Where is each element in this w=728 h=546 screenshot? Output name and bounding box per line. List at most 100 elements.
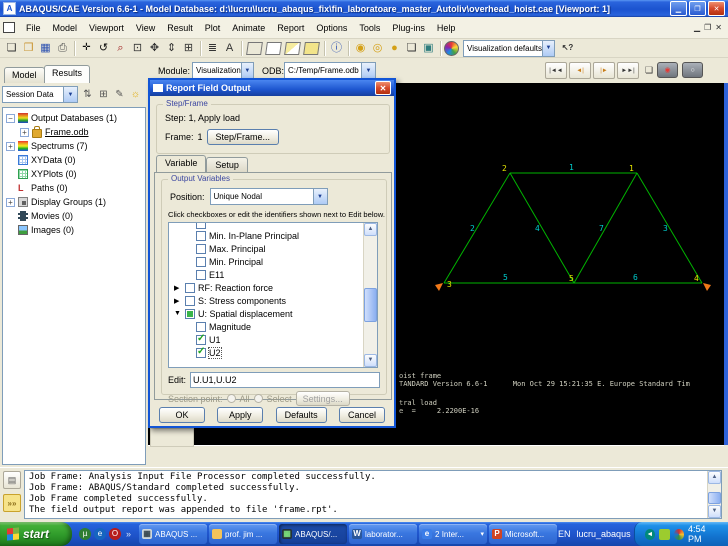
tree-item-display-groups-1[interactable]: +Display Groups (1) (3, 195, 145, 209)
tab-variable[interactable]: Variable (156, 155, 206, 172)
command-line-button[interactable]: »» (3, 494, 21, 512)
tree-item-spectrums-7[interactable]: +Spectrums (7) (3, 139, 145, 153)
menu-animate[interactable]: Animate (226, 21, 271, 35)
tree-sort-icon[interactable]: ⇅ (81, 89, 94, 100)
rotate-view-icon[interactable]: ↺ (95, 40, 112, 56)
chevron-down-icon[interactable]: ▼ (63, 87, 77, 102)
next-frame-button[interactable]: |► (593, 62, 615, 79)
expand-arrow-icon[interactable]: ▶ (174, 297, 182, 305)
save-file-icon[interactable]: ▦ (37, 40, 54, 56)
first-frame-button[interactable]: |◄◄ (545, 62, 567, 79)
auto-fit-view-icon[interactable]: ✥ (146, 40, 163, 56)
menu-plot[interactable]: Plot (199, 21, 227, 35)
taskbar-task-microsoft[interactable]: PMicrosoft... (489, 524, 557, 544)
language-indicator[interactable]: EN (558, 529, 571, 539)
checkbox-e11[interactable] (196, 270, 206, 280)
render-filled-icon[interactable] (303, 42, 320, 55)
new-file-icon[interactable]: ❏ (3, 40, 20, 56)
open-file-icon[interactable]: ❒ (20, 40, 37, 56)
taskbar-task-laborator[interactable]: Wlaborator... (349, 524, 417, 544)
mdi-child-icon[interactable] (3, 22, 15, 33)
scroll-down-icon[interactable]: ▼ (708, 505, 721, 518)
child-close-icon[interactable]: ✕ (715, 23, 722, 32)
tray-icon-1[interactable]: ◄ (645, 529, 655, 540)
variable-row-max-principal[interactable]: Max. Principal (169, 242, 364, 255)
animation-options-icon[interactable]: ❏ (645, 65, 653, 76)
ok-button[interactable]: OK (159, 407, 205, 423)
checkbox-min-principal[interactable] (196, 257, 206, 267)
defaults-button[interactable]: Defaults (276, 407, 327, 423)
tree-item-xyplots-0[interactable]: XYPlots (0) (3, 167, 145, 181)
menu-result[interactable]: Result (161, 21, 199, 35)
restore-button[interactable]: ❐ (689, 1, 706, 16)
checkbox-rf-reaction-force[interactable] (185, 283, 195, 293)
checkbox-blank[interactable] (196, 223, 206, 229)
menu-viewport[interactable]: Viewport (83, 21, 130, 35)
last-frame-button[interactable]: ►►| (617, 62, 639, 79)
plus-expander-icon[interactable]: + (6, 198, 15, 207)
specify-view-icon[interactable]: ⊞ (180, 40, 197, 56)
message-log-button[interactable]: ▤ (3, 471, 21, 489)
list-scrollbar[interactable]: ▲ ▼ (363, 223, 377, 367)
clock[interactable]: 4:54 PM (688, 524, 720, 544)
scroll-down-icon[interactable]: ▼ (364, 354, 377, 367)
variable-row-rf-reaction-force[interactable]: ▶RF: Reaction force (169, 281, 364, 294)
checkbox-s-stress-components[interactable] (185, 296, 195, 306)
expand-arrow-icon[interactable]: ▶ (174, 284, 182, 292)
record-animation-icon[interactable]: ◉ (657, 62, 678, 78)
cycle-views-icon[interactable]: ⇕ (163, 40, 180, 56)
annotation-icon[interactable]: A (221, 40, 238, 56)
tray-icon-3[interactable] (674, 529, 684, 540)
pan-view-icon[interactable]: ✛ (78, 40, 95, 56)
menu-report[interactable]: Report (271, 21, 310, 35)
minimize-button[interactable]: ▁ (670, 1, 687, 16)
module-combo[interactable]: Visualization ▼ (192, 62, 254, 79)
chevron-down-icon[interactable]: ▼ (241, 63, 253, 78)
context-help-icon[interactable]: ↖? (559, 40, 576, 56)
cancel-button[interactable]: Cancel (339, 407, 385, 423)
tree-item-frame-odb[interactable]: +Frame.odb (3, 125, 145, 139)
menu-help[interactable]: Help (431, 21, 462, 35)
checkbox-min-in-plane-principal[interactable] (196, 231, 206, 241)
render-hidden-icon[interactable] (265, 42, 282, 55)
tree-item-xydata-0[interactable]: XYData (0) (3, 153, 145, 167)
menu-view[interactable]: View (130, 21, 161, 35)
shade-icon[interactable]: ● (386, 40, 403, 56)
taskbar-task-abaqus[interactable]: ▦ABAQUS ... (139, 524, 207, 544)
menu-plug-ins[interactable]: Plug-ins (386, 21, 431, 35)
session-data-combo[interactable]: Session Data ▼ (2, 86, 78, 103)
variable-row-s-stress-components[interactable]: ▶S: Stress components (169, 294, 364, 307)
chevron-down-icon[interactable]: ▼ (542, 41, 554, 56)
checkbox-u2[interactable] (196, 348, 206, 358)
message-scrollbar[interactable]: ▲ ▼ (707, 471, 721, 518)
perspective-off-icon[interactable]: ◎ (369, 40, 386, 56)
plus-expander-icon[interactable]: + (20, 128, 29, 137)
quicklaunch-icon-2[interactable]: e (94, 528, 106, 540)
checkbox-u-spatial-displacement[interactable] (185, 309, 195, 319)
tab-results[interactable]: Results (44, 65, 90, 83)
taskbar-task-2-inter[interactable]: e2 Inter...▾ (419, 524, 487, 544)
plus-expander-icon[interactable]: + (6, 142, 15, 151)
checkbox-max-principal[interactable] (196, 244, 206, 254)
monitor-icon[interactable]: ▣ (420, 40, 437, 56)
tree-create-icon[interactable]: ⊞ (97, 89, 110, 100)
window-titlebar[interactable]: A ABAQUS/CAE Version 6.6-1 - Model Datab… (0, 0, 728, 17)
dialog-titlebar[interactable]: Report Field Output ✕ (150, 80, 394, 96)
child-minimize-icon[interactable]: ▁ (694, 23, 700, 32)
checkbox-magnitude[interactable] (196, 322, 206, 332)
minus-expander-icon[interactable]: − (6, 114, 15, 123)
tree-item-paths-0[interactable]: LPaths (0) (3, 181, 145, 195)
child-restore-icon[interactable]: ❐ (704, 23, 711, 32)
info-icon[interactable]: ⓘ (328, 40, 345, 56)
apply-button[interactable]: Apply (217, 407, 263, 423)
edit-input[interactable] (190, 372, 380, 388)
scrollbar-thumb[interactable] (364, 288, 377, 322)
print-icon[interactable]: ⎙ (54, 40, 71, 56)
message-log[interactable]: Job Frame: Analysis Input File Processor… (24, 470, 722, 519)
tree-item-movies-0[interactable]: Movies (0) (3, 209, 145, 223)
scroll-up-icon[interactable]: ▲ (708, 471, 721, 484)
query-info-icon[interactable]: ≣ (204, 40, 221, 56)
magnify-view-icon[interactable]: ⌕ (112, 40, 129, 56)
render-shaded-icon[interactable] (284, 42, 301, 55)
variable-row-u2[interactable]: U2 (169, 346, 364, 359)
